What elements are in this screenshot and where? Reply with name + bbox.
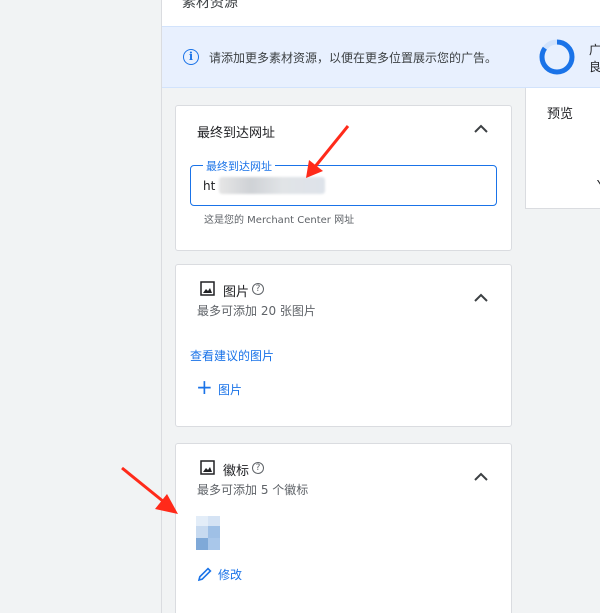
images-card-subtitle: 最多可添加 20 张图片 — [197, 304, 316, 318]
images-card-title: 图片 — [223, 285, 250, 300]
image-icon — [200, 460, 215, 475]
add-icon[interactable]: + — [196, 377, 213, 397]
final-url-helper-text: 这是您的 Merchant Center 网址 — [204, 215, 355, 226]
info-icon: i — [183, 49, 199, 65]
left-gutter — [0, 0, 161, 613]
help-icon[interactable]: ? — [252, 283, 264, 295]
section-header: 素材资源 — [162, 0, 600, 26]
logo-card-subtitle: 最多可添加 5 个徽标 — [197, 483, 309, 497]
final-url-input[interactable]: 最终到达网址 ht — [190, 158, 497, 206]
ad-strength-value: 良 — [589, 60, 600, 74]
images-card: 图片 ? 最多可添加 20 张图片 查看建议的图片 + 图片 — [175, 264, 512, 427]
final-url-card: 最终到达网址 最终到达网址 ht 这是您的 Merchant Center 网址 — [175, 105, 512, 251]
banner-text: 请添加更多素材资源，以便在更多位置展示您的广告。 — [209, 51, 498, 65]
chevron-up-icon[interactable] — [473, 124, 489, 134]
logo-thumbnail[interactable] — [196, 516, 220, 550]
final-url-card-title: 最终到达网址 — [197, 126, 276, 141]
section-title: 素材资源 — [182, 0, 238, 11]
pencil-icon[interactable] — [197, 566, 213, 582]
logo-card: 徽标 ? 最多可添加 5 个徽标 修改 — [175, 443, 512, 613]
chevron-up-icon[interactable] — [473, 293, 489, 303]
ad-strength-ring-icon — [539, 39, 575, 75]
info-banner: i 请添加更多素材资源，以便在更多位置展示您的广告。 广 良 — [162, 26, 600, 88]
help-icon[interactable]: ? — [252, 462, 264, 474]
final-url-value: ht — [203, 179, 216, 193]
view-suggested-images-link[interactable]: 查看建议的图片 — [190, 347, 274, 364]
final-url-field-label: 最终到达网址 — [203, 158, 275, 174]
add-image-button[interactable]: 图片 — [218, 381, 242, 398]
chevron-up-icon[interactable] — [473, 472, 489, 482]
main-panel: 素材资源 i 请添加更多素材资源，以便在更多位置展示您的广告。 广 良 最终到达… — [161, 0, 600, 613]
edit-logo-button[interactable]: 修改 — [218, 566, 242, 583]
logo-card-title: 徽标 — [223, 464, 250, 479]
ad-strength-label: 广 — [589, 43, 600, 57]
redacted-url — [219, 177, 325, 194]
image-icon — [200, 281, 215, 296]
preview-title: 预览 — [547, 107, 574, 122]
preview-panel: 预览 Y — [525, 88, 600, 209]
